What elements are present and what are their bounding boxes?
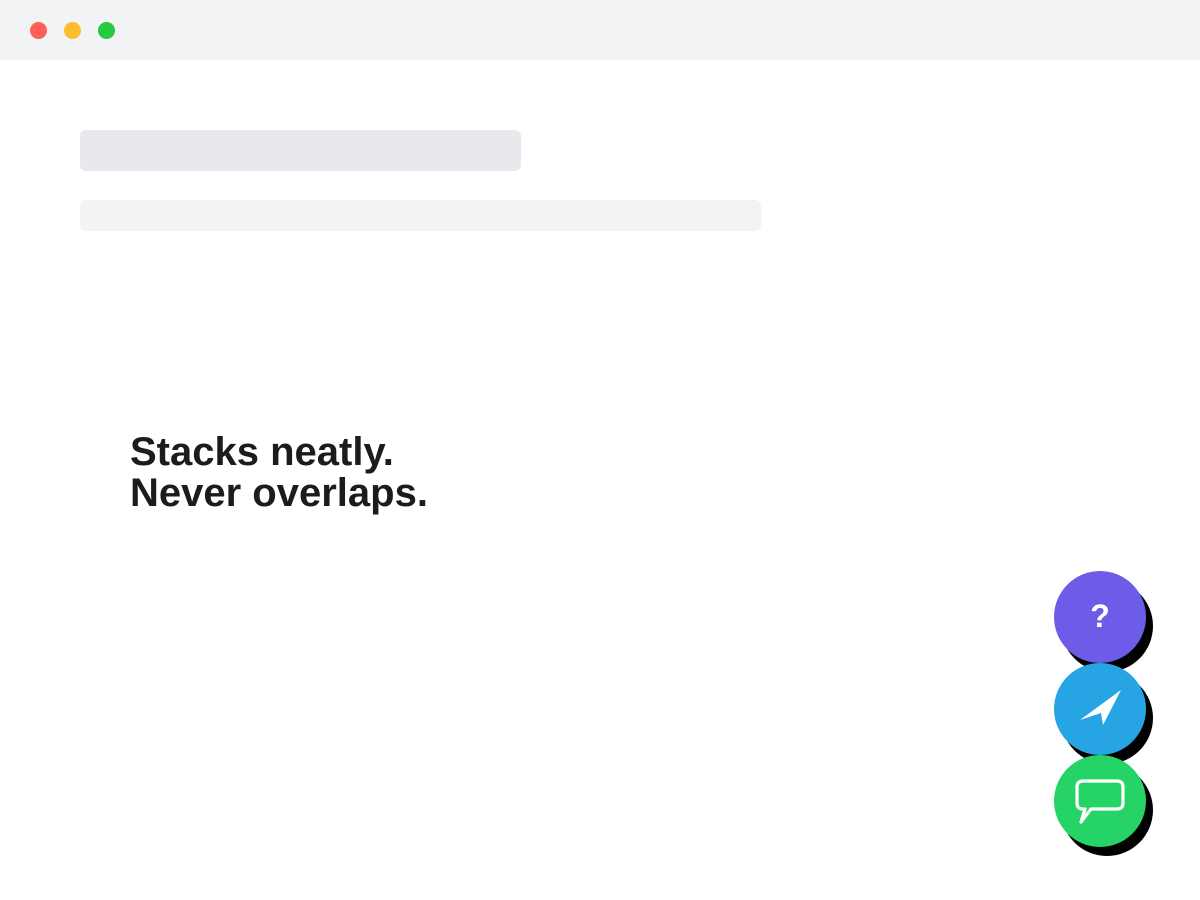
browser-window: Stacks neatly. Never overlaps. ? (0, 0, 1200, 900)
send-button[interactable] (1054, 663, 1146, 755)
chat-button[interactable] (1054, 755, 1146, 847)
paper-plane-icon (1080, 690, 1121, 725)
skeleton-title-placeholder (80, 130, 521, 171)
close-window-button[interactable] (30, 22, 47, 39)
question-mark-icon: ? (1090, 598, 1110, 634)
skeleton-text-placeholder (80, 200, 761, 231)
minimize-window-button[interactable] (64, 22, 81, 39)
headline-line-1: Stacks neatly. (130, 430, 394, 474)
help-button[interactable]: ? (1054, 571, 1146, 663)
title-bar (0, 0, 1200, 60)
speech-bubble-icon (1075, 779, 1125, 824)
headline-line-2: Never overlaps. (130, 471, 428, 515)
maximize-window-button[interactable] (98, 22, 115, 39)
headline: Stacks neatly. Never overlaps. (130, 432, 428, 514)
